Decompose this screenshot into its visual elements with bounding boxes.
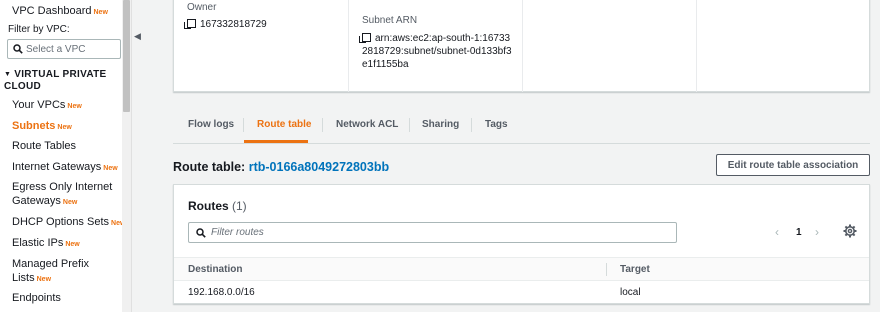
new-badge: New	[65, 241, 80, 248]
sidebar-item-label: Endpoints	[12, 292, 61, 304]
sidebar-item-managed-prefix-lists[interactable]: Managed Prefix Lists New	[12, 257, 104, 287]
chevron-left-icon[interactable]: ◀	[134, 31, 141, 42]
new-badge: New	[67, 103, 82, 110]
column-header-target[interactable]: Target	[620, 264, 650, 275]
pagination-prev-icon[interactable]: ‹	[775, 225, 779, 239]
new-badge: New	[36, 276, 52, 283]
tab-tags[interactable]: Tags	[485, 119, 508, 130]
copy-icon[interactable]	[184, 19, 196, 29]
sidebar-item-vpc-dashboard[interactable]: VPC Dashboard New	[12, 4, 108, 20]
subnet-arn: arn:aws:ec2:ap-south-1:167332818729:subn…	[362, 33, 512, 70]
sidebar-scrollbar-thumb[interactable]	[123, 0, 130, 112]
routes-panel: Routes (1) Filter routes ‹ 1 › Destinati…	[173, 184, 870, 304]
active-tab-indicator	[244, 140, 308, 143]
route-table-title-prefix: Route table:	[173, 160, 246, 174]
column-divider	[348, 0, 349, 92]
tab-separator	[409, 118, 410, 132]
edit-route-table-association-button[interactable]: Edit route table association	[716, 154, 870, 176]
subnet-detail-tabs: Flow logs Route table Network ACL Sharin…	[173, 108, 870, 144]
destination-cell: 192.168.0.0/16	[188, 287, 255, 298]
sidebar-item-label: DHCP Options Sets	[12, 216, 110, 228]
routes-table-header: Destination Target	[174, 257, 869, 281]
subnet-arn-value: arn:aws:ec2:ap-south-1:167332818729:subn…	[359, 32, 512, 71]
new-badge: New	[103, 165, 118, 172]
sidebar-item-label: Elastic IPs	[12, 237, 64, 249]
gear-icon[interactable]	[843, 224, 857, 238]
owner-id: 167332818729	[200, 19, 267, 30]
sidebar-item-label: Your VPCs	[12, 99, 66, 111]
side-navigation: VPC Dashboard New Filter by VPC: Select a…	[0, 0, 131, 312]
pagination-next-icon[interactable]: ›	[815, 225, 819, 239]
tab-flow-logs[interactable]: Flow logs	[188, 119, 234, 130]
subnet-arn-label: Subnet ARN	[362, 15, 418, 26]
column-resizer[interactable]	[606, 263, 607, 276]
new-badge: New	[62, 199, 78, 206]
search-icon	[13, 44, 23, 54]
search-icon	[196, 227, 206, 238]
section-title: VIRTUAL PRIVATE CLOUD	[4, 69, 107, 92]
tab-sharing[interactable]: Sharing	[422, 119, 459, 130]
tab-separator	[471, 118, 472, 132]
tab-route-table[interactable]: Route table	[257, 119, 311, 130]
sidebar-item-subnets[interactable]: Subnets New	[12, 119, 72, 135]
sidebar-item-label: Internet Gateways	[12, 161, 102, 173]
sidebar-collapse-gutter	[131, 0, 146, 312]
sidebar-item-internet-gateways[interactable]: Internet Gateways New	[12, 160, 118, 176]
sidebar-item-your-vpcs[interactable]: Your VPCs New	[12, 98, 82, 114]
vpc-select[interactable]: Select a VPC	[7, 39, 121, 59]
sidebar-item-route-tables[interactable]: Route Tables	[12, 139, 76, 153]
vpc-select-placeholder: Select a VPC	[26, 43, 86, 55]
subnet-details-panel: Owner 167332818729 Subnet ARN arn:aws:ec…	[173, 0, 870, 92]
filter-routes-input[interactable]: Filter routes	[188, 222, 677, 243]
routes-count: (1)	[232, 199, 247, 213]
filter-routes-placeholder: Filter routes	[211, 227, 264, 238]
owner-label: Owner	[187, 2, 217, 13]
filter-by-vpc-label: Filter by VPC:	[8, 24, 70, 35]
tab-separator	[322, 118, 323, 132]
new-badge: New	[93, 9, 108, 16]
target-cell: local	[620, 287, 641, 298]
sidebar-item-label: Route Tables	[12, 140, 77, 152]
sidebar-item-label: Subnets	[12, 120, 56, 132]
column-header-destination[interactable]: Destination	[188, 264, 242, 275]
owner-value: 167332818729	[184, 18, 267, 31]
pagination-current-page[interactable]: 1	[796, 227, 802, 238]
column-divider	[522, 0, 523, 92]
routes-heading-text: Routes	[188, 199, 229, 213]
sidebar-item-endpoints[interactable]: Endpoints	[12, 291, 61, 305]
sidebar-item-dhcp-options-sets[interactable]: DHCP Options Sets New	[12, 215, 125, 231]
route-table-id-link[interactable]: rtb-0166a8049272803bb	[249, 160, 389, 174]
sidebar-item-label: VPC Dashboard	[12, 5, 92, 17]
column-divider	[696, 0, 697, 92]
tab-network-acl[interactable]: Network ACL	[336, 119, 398, 130]
routes-heading: Routes (1)	[188, 199, 247, 213]
new-badge: New	[57, 124, 72, 131]
tab-separator	[243, 118, 244, 132]
sidebar-item-elastic-ips[interactable]: Elastic IPs New	[12, 236, 80, 252]
route-table-title: Route table: rtb-0166a8049272803bb	[173, 160, 389, 174]
sidebar-item-egress-only-internet-gateways[interactable]: Egress Only Internet Gateways New	[12, 180, 120, 210]
section-virtual-private-cloud[interactable]: ▼ VIRTUAL PRIVATE CLOUD	[4, 69, 118, 93]
copy-icon[interactable]	[359, 33, 371, 43]
caret-down-icon: ▼	[4, 71, 12, 78]
